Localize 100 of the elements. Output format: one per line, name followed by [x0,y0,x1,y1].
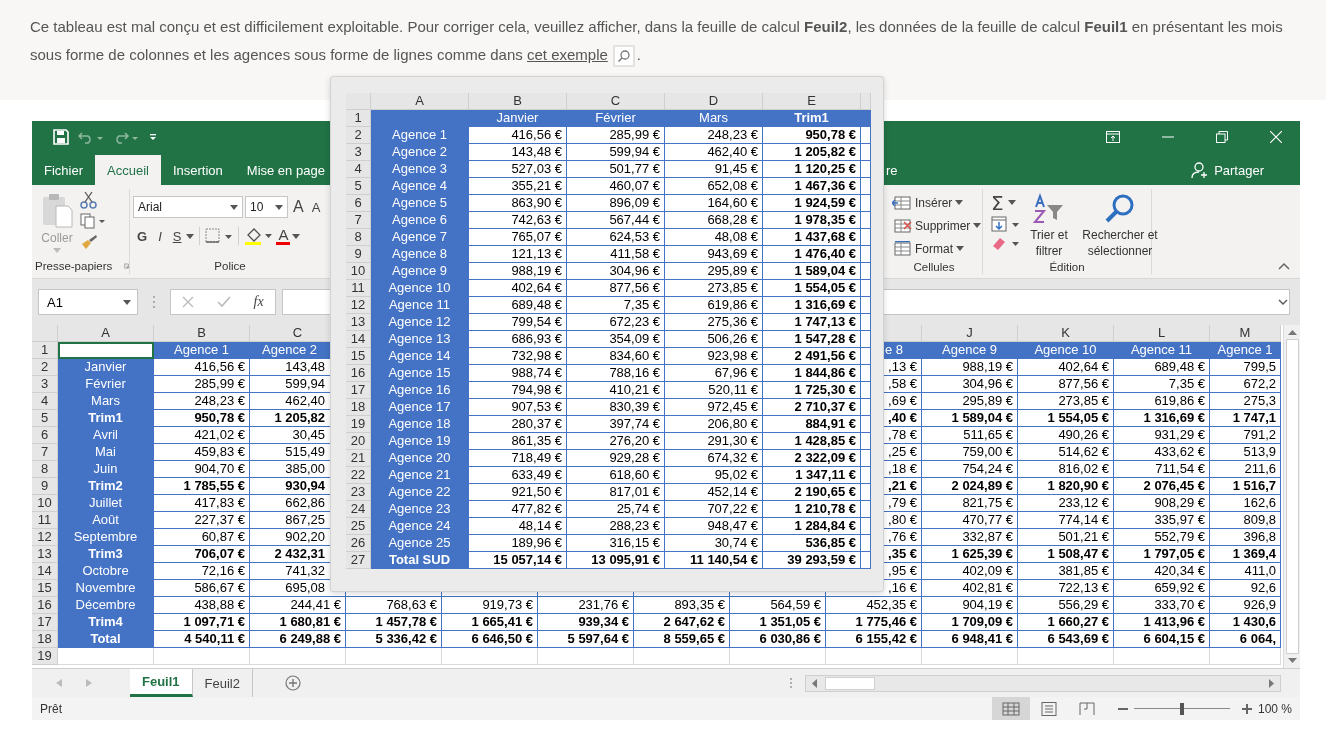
cells-menu-button[interactable]: Format [892,237,982,260]
table-cell: 354,09 € [567,331,665,348]
format-painter-icon[interactable] [80,233,98,250]
table-cell: 39 293,59 € [763,552,861,569]
scroll-down-icon[interactable] [1287,658,1297,664]
table-cell: 1 210,78 € [763,501,861,518]
caret-icon[interactable] [186,233,195,239]
cells-menu-button[interactable]: Supprimer [892,214,982,237]
table-cell: 718,49 € [469,450,567,467]
ribbon-tab[interactable]: re [882,155,902,185]
dialog-launcher-icon[interactable] [124,262,129,270]
table-cell: Agence 20 [371,450,469,467]
font-color-button[interactable]: A [276,227,291,245]
underline-button[interactable]: S [166,228,185,244]
ribbon-tab[interactable]: Mise en page [234,155,337,185]
column-header: E [763,93,861,110]
normal-view-button[interactable] [991,697,1030,720]
bold-button[interactable]: G [133,228,151,244]
zoom-slider-thumb[interactable] [1179,702,1184,715]
column-header[interactable]: A [58,325,154,342]
ribbon-tab[interactable]: Fichier [32,155,95,185]
row-header[interactable]: 11 [32,512,58,529]
column-header[interactable]: M [1210,325,1281,342]
autosum-button[interactable]: Σ [991,192,1021,213]
ribbon-tab[interactable]: Accueil [95,155,161,185]
grow-font-button[interactable]: A [290,198,307,216]
row-header[interactable]: 3 [32,376,58,393]
row-header[interactable]: 14 [32,563,58,580]
shrink-font-button[interactable]: A [308,199,324,215]
vertical-scrollbar[interactable] [1283,325,1300,668]
ribbon-tab[interactable]: Insertion [160,155,235,185]
scroll-thumb[interactable] [825,676,875,690]
scroll-up-icon[interactable] [1287,329,1297,335]
check-icon[interactable] [216,296,231,308]
row-header[interactable]: 8 [32,461,58,478]
row-header[interactable]: 9 [32,478,58,495]
borders-icon[interactable] [205,228,234,244]
customize-caret-icon[interactable] [148,131,158,142]
insert-function-button[interactable]: fx [253,294,264,310]
column-header[interactable]: L [1114,325,1210,342]
scroll-right-icon[interactable] [1269,678,1275,688]
scissors-icon[interactable] [80,191,98,210]
share-button[interactable]: Partager [1185,155,1270,185]
fill-color-icon[interactable] [244,227,275,245]
table-cell: 1 413,96 € [1114,614,1210,631]
table-cell: 877,56 € [1018,376,1114,393]
column-header[interactable]: J [922,325,1018,342]
row-header[interactable]: 15 [32,580,58,597]
select-all-corner [346,93,371,110]
save-icon[interactable] [53,128,69,145]
find-select-button[interactable]: Rechercher et sélectionner [1077,191,1163,259]
selected-cell[interactable] [58,342,154,359]
restore-icon[interactable] [1216,130,1228,143]
row-header[interactable]: 17 [32,614,58,631]
expand-caret-icon[interactable] [1278,299,1288,305]
row-header[interactable]: 4 [32,393,58,410]
cells-menu-button[interactable]: Insérer [892,191,982,214]
sheet-tab[interactable]: Feuil1 [130,669,193,697]
example-link[interactable]: cet exemple [526,46,608,63]
row-header[interactable]: 5 [32,410,58,427]
collapse-ribbon-icon[interactable] [1278,262,1290,270]
fill-down-icon[interactable] [991,216,1021,232]
caret-icon [955,200,964,205]
search-button[interactable] [612,45,635,68]
table-cell: 411,58 € [567,246,665,263]
row-header[interactable]: 2 [32,359,58,376]
row-header[interactable]: 1 [32,342,58,359]
row-header[interactable]: 7 [32,444,58,461]
caret-icon[interactable] [292,233,301,239]
row-header[interactable]: 10 [32,495,58,512]
row-header[interactable]: 13 [32,546,58,563]
close-icon[interactable] [1270,130,1282,143]
column-header[interactable]: B [154,325,250,342]
table-cell: 907,53 € [469,399,567,416]
table-cell: 950,78 € [763,127,861,144]
row-header[interactable]: 16 [32,597,58,614]
zoom-in-icon[interactable] [1241,703,1252,714]
sort-filter-button[interactable]: Trier et filtrer [1023,191,1075,259]
add-sheet-icon[interactable] [285,675,301,691]
name-box[interactable]: A1 [38,289,138,315]
row-header[interactable]: 19 [32,648,58,665]
row-header[interactable]: 12 [32,529,58,546]
scroll-left-icon[interactable] [811,678,817,688]
column-header[interactable]: K [1018,325,1114,342]
row-header[interactable]: 18 [32,631,58,648]
dots-icon[interactable] [789,677,793,689]
zoom-out-icon[interactable] [1117,707,1128,710]
ribbon-display-icon[interactable] [1106,130,1120,143]
font-name-field[interactable]: Arial [133,196,243,218]
row-header[interactable]: 6 [32,427,58,444]
eraser-icon[interactable] [991,235,1021,252]
zoom-level-text[interactable]: 100 % [1257,701,1292,716]
font-size-field[interactable]: 10 [245,196,288,218]
undo-icon[interactable] [78,129,104,144]
copy-icon[interactable] [80,213,106,230]
redo-icon[interactable] [113,129,139,144]
horizontal-scrollbar[interactable] [805,674,1281,692]
table-cell: 2 322,09 € [763,450,861,467]
scroll-thumb[interactable] [1285,339,1299,654]
italic-button[interactable]: I [152,228,165,244]
